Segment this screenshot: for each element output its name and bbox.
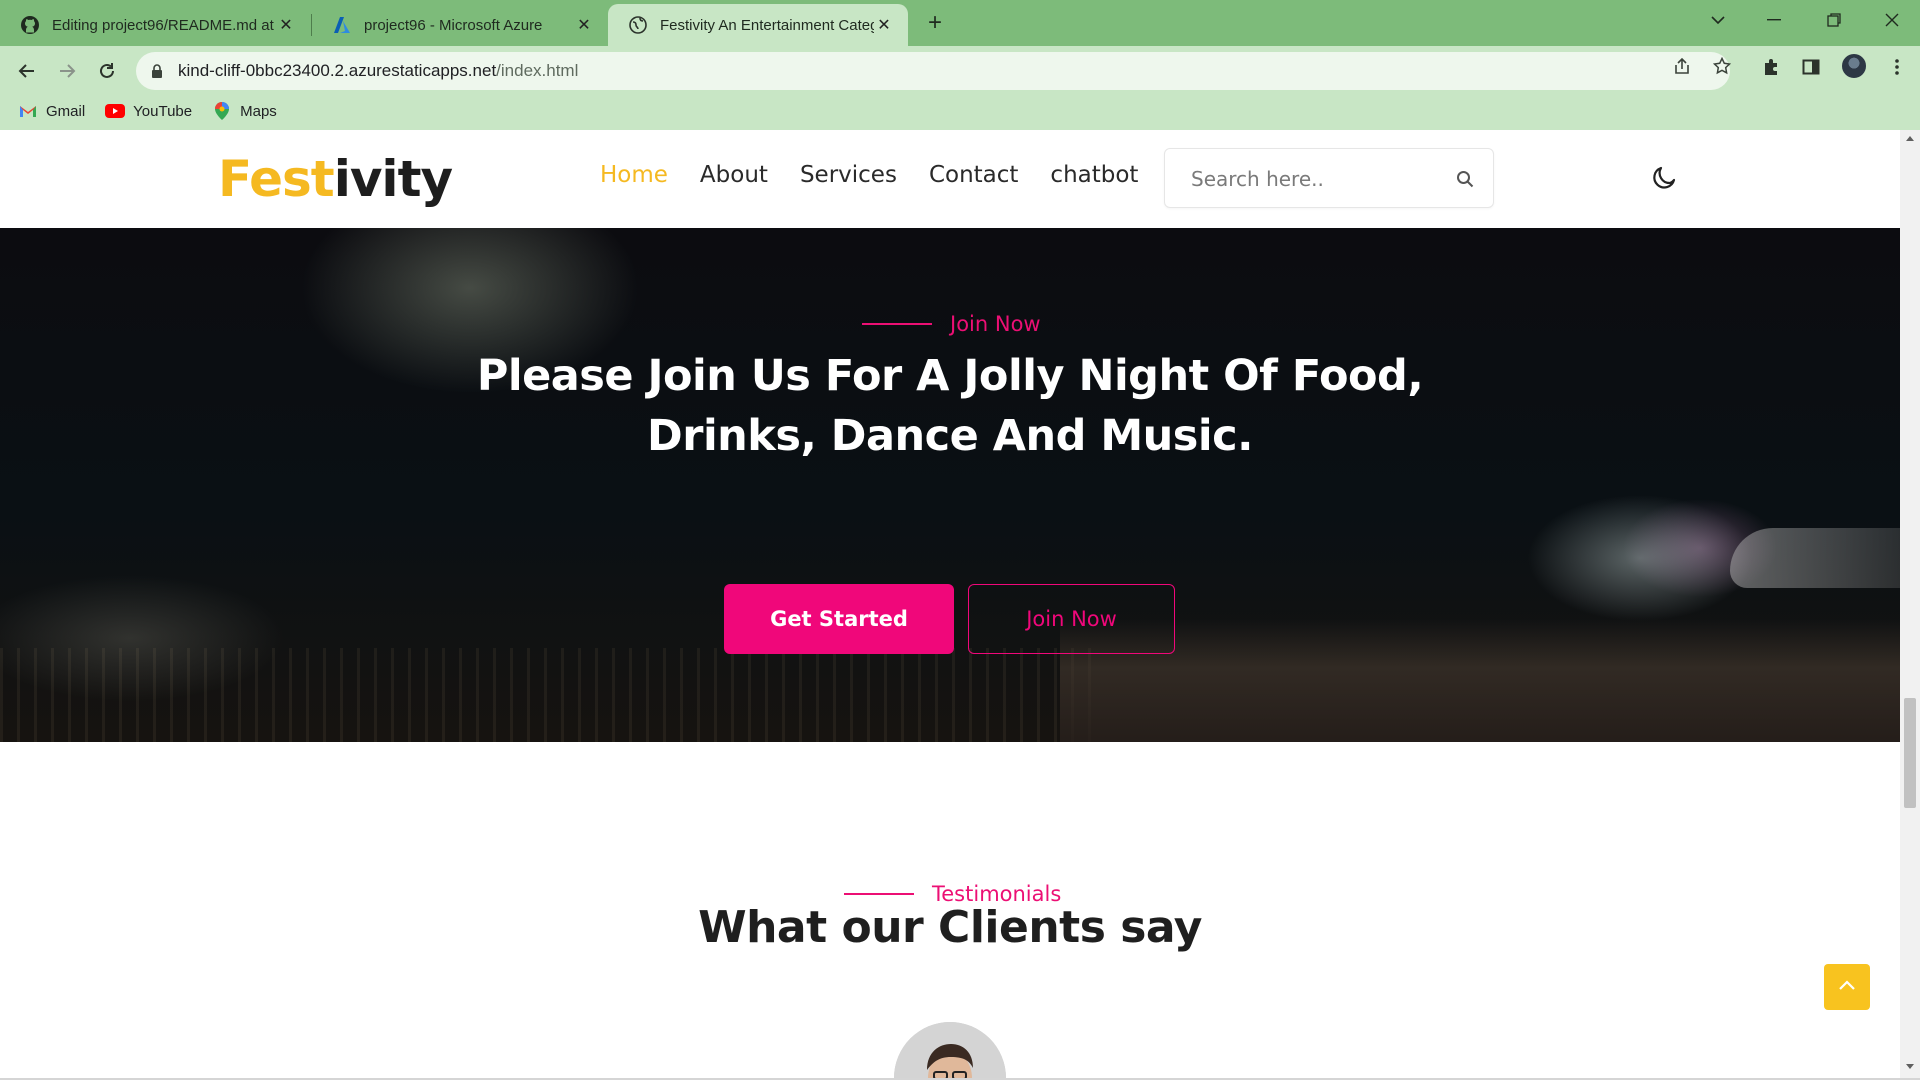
chevron-up-icon [1838, 978, 1856, 996]
main-nav: Home About Services Contact chatbot [600, 162, 1170, 188]
ship-background [1730, 528, 1900, 588]
restore-icon[interactable] [1806, 0, 1862, 40]
close-icon[interactable]: ✕ [874, 15, 894, 35]
azure-icon [332, 15, 352, 35]
tab-title: Editing project96/README.md at [52, 16, 274, 34]
nav-contact[interactable]: Contact [929, 162, 1018, 188]
city-lights-background [0, 648, 1100, 742]
scroll-down-arrow-icon[interactable] [1906, 1064, 1914, 1069]
tab-festivity[interactable]: Festivity An Entertainment Categ ✕ [608, 4, 908, 46]
extensions-icon[interactable] [1756, 52, 1786, 82]
search-icon[interactable] [1453, 167, 1477, 191]
scroll-up-arrow-icon[interactable] [1906, 136, 1914, 141]
nav-home[interactable]: Home [600, 162, 668, 188]
eyebrow-line [862, 323, 932, 325]
site-logo[interactable]: Festivity [218, 150, 453, 208]
scrollbar-thumb[interactable] [1904, 698, 1916, 808]
testimonials-title: What our Clients say [698, 902, 1202, 953]
reload-icon[interactable] [90, 54, 124, 88]
search-box [1164, 148, 1494, 208]
new-tab-button[interactable]: + [920, 8, 950, 38]
nav-services[interactable]: Services [800, 162, 897, 188]
lock-icon[interactable] [150, 63, 164, 79]
crowd-background [1060, 618, 1900, 742]
close-icon[interactable]: ✕ [276, 15, 296, 35]
nav-chatbot[interactable]: chatbot [1050, 162, 1138, 188]
forward-icon[interactable] [50, 54, 84, 88]
tab-github[interactable]: Editing project96/README.md at ✕ [0, 4, 310, 46]
side-panel-icon[interactable] [1796, 52, 1826, 82]
bookmarks-bar: Gmail YouTube Maps [0, 92, 1920, 130]
more-menu-icon[interactable] [1882, 52, 1912, 82]
bookmark-gmail[interactable]: Gmail [18, 103, 85, 120]
scroll-to-top-button[interactable] [1824, 964, 1870, 1010]
eyebrow-line [844, 893, 914, 895]
globe-icon [628, 15, 648, 35]
gmail-icon [18, 103, 38, 119]
bookmark-star-icon[interactable] [1710, 54, 1734, 78]
share-icon[interactable] [1670, 54, 1694, 78]
join-now-button[interactable]: Join Now [968, 584, 1175, 654]
hero-banner: Join Now Please Join Us For A Jolly Nigh… [0, 228, 1900, 742]
minimize-icon[interactable] [1746, 0, 1802, 40]
hero-eyebrow: Join Now [862, 312, 1041, 336]
url-text: kind-cliff-0bbc23400.2.azurestaticapps.n… [178, 61, 579, 80]
tab-title: Festivity An Entertainment Categ [660, 16, 874, 34]
nav-about[interactable]: About [700, 162, 768, 188]
profile-avatar[interactable] [1840, 52, 1868, 80]
dark-mode-moon-icon[interactable] [1646, 160, 1682, 196]
tab-strip: Editing project96/README.md at ✕ project… [0, 0, 1920, 46]
tab-search-icon[interactable] [1690, 0, 1746, 40]
search-input[interactable] [1191, 165, 1421, 193]
address-bar[interactable]: kind-cliff-0bbc23400.2.azurestaticapps.n… [136, 52, 1730, 90]
tab-azure[interactable]: project96 - Microsoft Azure ✕ [312, 4, 608, 46]
close-window-icon[interactable] [1864, 0, 1920, 40]
youtube-icon [105, 103, 126, 119]
github-icon [20, 15, 40, 35]
get-started-button[interactable]: Get Started [724, 584, 954, 654]
hero-title: Please Join Us For A Jolly Night Of Food… [476, 351, 1424, 461]
bookmark-youtube[interactable]: YouTube [105, 103, 192, 120]
bookmark-maps[interactable]: Maps [212, 102, 277, 120]
back-icon[interactable] [10, 54, 44, 88]
maps-icon [212, 102, 232, 120]
tab-title: project96 - Microsoft Azure [364, 16, 543, 34]
close-icon[interactable]: ✕ [574, 15, 594, 35]
page-scrollbar[interactable] [1900, 130, 1920, 1078]
site-header: Festivity Home About Services Contact ch… [0, 130, 1900, 228]
